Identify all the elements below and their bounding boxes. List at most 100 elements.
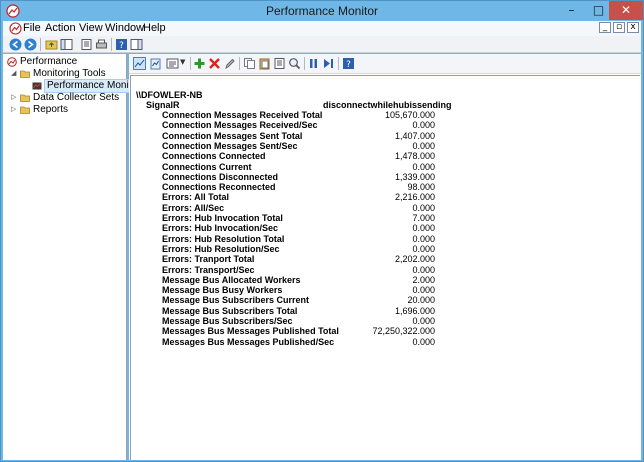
counter-value: 2.000 — [412, 275, 435, 285]
freeze-display-icon[interactable] — [307, 57, 320, 70]
counter-name[interactable]: Errors: Transport/Sec — [162, 265, 255, 275]
system-menu-icon[interactable] — [9, 22, 22, 35]
up-folder-icon[interactable] — [45, 38, 58, 51]
minimize-button[interactable]: – — [558, 1, 585, 20]
counter-value: 0.000 — [412, 120, 435, 130]
counter-name[interactable]: Message Bus Subscribers Total — [162, 306, 297, 316]
collapse-arrow-icon[interactable]: ◢ — [11, 68, 16, 80]
counter-value: 0.000 — [412, 316, 435, 326]
counter-name[interactable]: Connections Reconnected — [162, 182, 276, 192]
counter-value: 0.000 — [412, 141, 435, 151]
counter-value: 0.000 — [412, 337, 435, 347]
paste-counter-list-icon[interactable] — [258, 57, 271, 70]
machine-name: \\DFOWLER-NB — [136, 90, 203, 100]
mdi-controls: _ ▫ x — [597, 22, 639, 33]
counter-name[interactable]: Connections Disconnected — [162, 172, 278, 182]
chart-icon — [32, 82, 42, 90]
menu-file[interactable]: File — [23, 22, 41, 34]
menu-window[interactable]: Window — [105, 22, 144, 34]
tree-item-label: Monitoring Tools — [33, 68, 106, 79]
counter-value: 0.000 — [412, 244, 435, 254]
tree-item-reports[interactable]: ▷ Reports — [11, 104, 125, 116]
back-icon[interactable] — [9, 38, 22, 51]
graph-type-dropdown-arrow-icon[interactable]: ▼ — [180, 58, 185, 66]
counter-name[interactable]: Connections Current — [162, 162, 252, 172]
counter-value: 7.000 — [412, 213, 435, 223]
copy-properties-icon[interactable] — [243, 57, 256, 70]
counter-name[interactable]: Connection Messages Sent Total — [162, 131, 302, 141]
counter-value: 105,670.000 — [384, 110, 435, 120]
tree-item-monitoring-tools[interactable]: ◢ Monitoring Tools — [11, 68, 125, 80]
counter-value: 0.000 — [412, 285, 435, 295]
counter-name[interactable]: Message Bus Allocated Workers — [162, 275, 301, 285]
counter-name[interactable]: Connection Messages Received Total — [162, 110, 322, 120]
toolbar-separator — [304, 57, 305, 70]
show-hide-action-pane-icon[interactable] — [130, 38, 143, 51]
expand-arrow-icon[interactable]: ▷ — [11, 92, 16, 104]
counter-value: 1,478.000 — [394, 151, 435, 161]
counter-name[interactable]: Connection Messages Sent/Sec — [162, 141, 298, 151]
counter-value: 0.000 — [412, 223, 435, 233]
tree-item-performance-monitor[interactable]: Performance Monitor — [32, 79, 144, 93]
forward-icon[interactable] — [24, 38, 37, 51]
counter-name[interactable]: Errors: Hub Invocation Total — [162, 213, 283, 223]
change-graph-type-icon[interactable] — [166, 57, 179, 70]
counter-name[interactable]: Message Bus Subscribers Current — [162, 295, 309, 305]
tree-item-label: Performance — [20, 56, 78, 67]
properties-icon[interactable] — [80, 38, 93, 51]
tree-item-label: Performance Monitor — [43, 79, 144, 93]
mdi-minimize-button[interactable]: _ — [599, 22, 611, 33]
tree-item-data-collector-sets[interactable]: ▷ Data Collector Sets — [11, 92, 125, 104]
toolbar-separator — [239, 57, 240, 70]
mdi-close-button[interactable]: x — [627, 22, 639, 33]
delete-counter-icon[interactable] — [208, 57, 221, 70]
tree-item-label: Reports — [33, 104, 69, 115]
counter-name[interactable]: Connection Messages Received/Sec — [162, 120, 318, 130]
counter-name[interactable]: Errors: Tranport Total — [162, 254, 254, 264]
help-icon[interactable]: ? — [342, 57, 355, 70]
counter-value: 2,202.000 — [394, 254, 435, 264]
toolbar-separator — [338, 57, 339, 70]
counter-value: 1,696.000 — [394, 306, 435, 316]
show-hide-console-tree-icon[interactable] — [60, 38, 73, 51]
menu-action[interactable]: Action — [45, 22, 76, 34]
view-log-data-icon[interactable] — [149, 57, 162, 70]
counter-name[interactable]: Messages Bus Messages Published/Sec — [162, 337, 334, 347]
highlight-icon[interactable] — [223, 57, 236, 70]
menu-help[interactable]: Help — [143, 22, 166, 34]
counter-name[interactable]: Errors: Hub Resolution Total — [162, 234, 284, 244]
counter-name[interactable]: Errors: Hub Invocation/Sec — [162, 223, 278, 233]
tree-item-performance[interactable]: Performance — [7, 56, 125, 68]
print-icon[interactable] — [95, 38, 108, 51]
expand-arrow-icon[interactable]: ▷ — [11, 104, 16, 116]
counter-name[interactable]: Message Bus Subscribers/Sec — [162, 316, 293, 326]
toolbar-separator — [111, 38, 112, 51]
counter-name[interactable]: Errors: All/Sec — [162, 203, 224, 213]
counter-name[interactable]: Connections Connected — [162, 151, 266, 161]
counter-name[interactable]: Errors: All Total — [162, 192, 229, 202]
title-bar[interactable]: Performance Monitor – □ ✕ — [1, 1, 643, 21]
mdi-restore-button[interactable]: ▫ — [613, 22, 625, 33]
properties-icon[interactable] — [273, 57, 286, 70]
counter-name[interactable]: Errors: Hub Resolution/Sec — [162, 244, 280, 254]
view-current-activity-icon[interactable] — [133, 57, 146, 70]
help-icon[interactable]: ? — [115, 38, 128, 51]
close-button[interactable]: ✕ — [609, 1, 643, 20]
counter-value: 0.000 — [412, 162, 435, 172]
zoom-icon[interactable] — [288, 57, 301, 70]
report-view: \\DFOWLER-NB SignalR disconnectwhilehubi… — [130, 75, 640, 460]
counter-name[interactable]: Messages Bus Messages Published Total — [162, 326, 339, 336]
update-data-icon[interactable] — [322, 57, 335, 70]
counter-name[interactable]: Message Bus Busy Workers — [162, 285, 282, 295]
console-tree: Performance ◢ Monitoring Tools Performan… — [3, 54, 144, 460]
main-toolbar: ? — [3, 36, 641, 53]
counter-value: 0.000 — [412, 234, 435, 244]
toolbar-separator — [40, 38, 41, 51]
tree-item-label: Data Collector Sets — [33, 92, 120, 103]
toolbar-separator — [190, 57, 191, 70]
svg-text:?: ? — [119, 41, 124, 51]
instance-name: disconnectwhilehubissending — [323, 100, 452, 110]
add-counter-icon[interactable] — [193, 57, 206, 70]
maximize-button[interactable]: □ — [585, 1, 612, 20]
menu-view[interactable]: View — [79, 22, 103, 34]
